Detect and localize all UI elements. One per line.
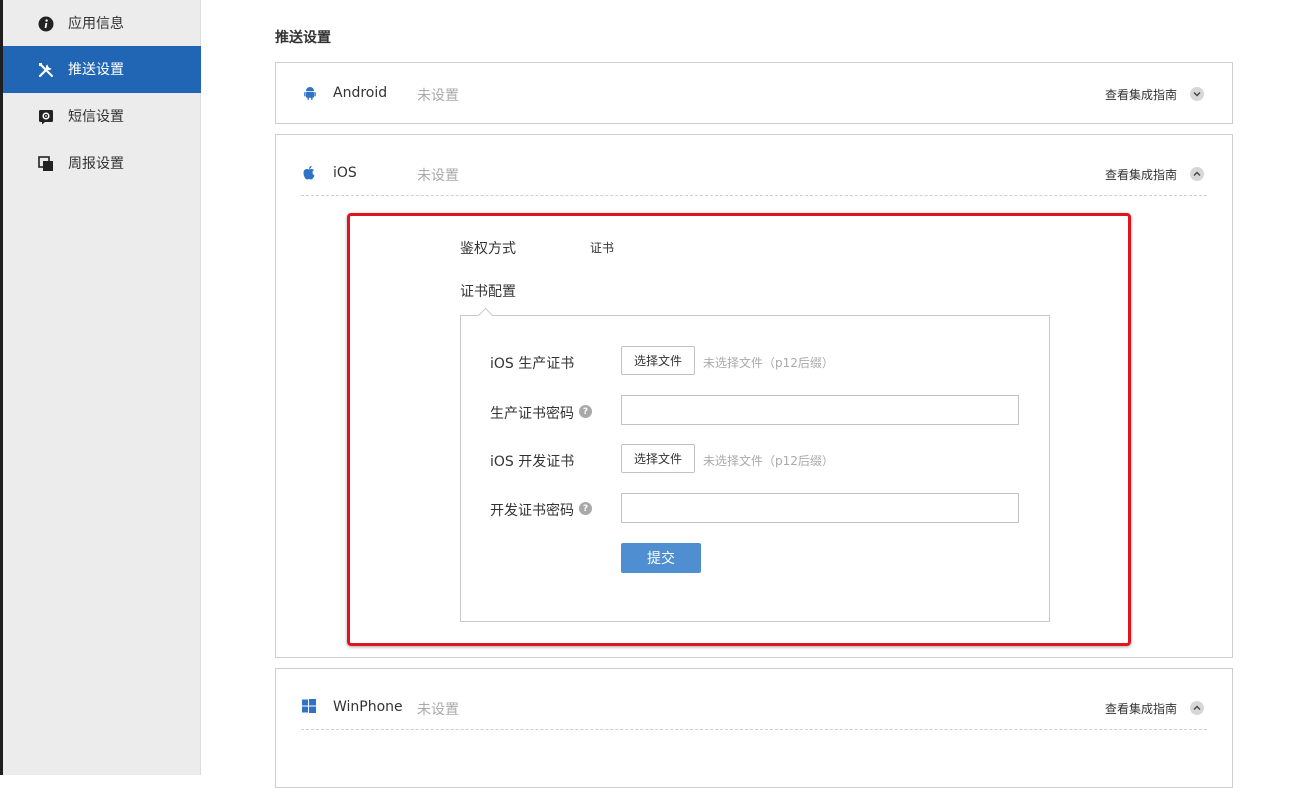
sidebar-item-label: 周报设置 — [68, 155, 124, 172]
winphone-panel-header[interactable]: WinPhone 未设置 查看集成指南 — [276, 677, 1232, 737]
platform-name: iOS — [333, 165, 357, 181]
ios-panel-header[interactable]: iOS 未设置 查看集成指南 — [276, 143, 1232, 203]
android-panel: Android 未设置 查看集成指南 — [275, 62, 1233, 124]
sidebar-item-sms-settings[interactable]: 短信设置 — [3, 93, 201, 140]
integration-guide-link[interactable]: 查看集成指南 — [1105, 700, 1177, 717]
chevron-down-icon[interactable] — [1190, 87, 1204, 101]
sidebar-item-push-settings[interactable]: 推送设置 — [3, 46, 201, 93]
platform-status: 未设置 — [417, 702, 459, 718]
android-icon — [302, 85, 318, 101]
chevron-up-icon[interactable] — [1190, 701, 1204, 715]
sms-gear-icon — [37, 108, 55, 126]
platform-status: 未设置 — [417, 88, 459, 104]
page-title: 推送设置 — [275, 30, 331, 46]
divider — [301, 195, 1207, 196]
sidebar-item-label: 短信设置 — [68, 108, 124, 125]
sidebar-item-label: 应用信息 — [68, 15, 124, 32]
integration-guide-link[interactable]: 查看集成指南 — [1105, 86, 1177, 103]
info-icon — [37, 15, 55, 33]
copy-icon — [37, 155, 55, 173]
platform-name: WinPhone — [333, 699, 403, 715]
sidebar-item-weekly-report[interactable]: 周报设置 — [3, 140, 201, 187]
divider — [301, 729, 1207, 730]
windows-icon — [302, 698, 318, 714]
sidebar-item-app-info[interactable]: 应用信息 — [3, 0, 201, 47]
tools-icon — [37, 61, 55, 79]
platform-status: 未设置 — [417, 168, 459, 184]
integration-guide-link[interactable]: 查看集成指南 — [1105, 166, 1177, 183]
chevron-up-icon[interactable] — [1190, 167, 1204, 181]
winphone-panel: WinPhone 未设置 查看集成指南 — [275, 668, 1233, 788]
platform-name: Android — [333, 85, 388, 101]
highlight-box — [347, 213, 1131, 646]
android-panel-header[interactable]: Android 未设置 查看集成指南 — [276, 63, 1232, 123]
apple-icon — [302, 165, 318, 181]
sidebar-item-label: 推送设置 — [68, 61, 124, 78]
sidebar: 应用信息 推送设置 短信设置 周报设置 — [0, 0, 201, 775]
